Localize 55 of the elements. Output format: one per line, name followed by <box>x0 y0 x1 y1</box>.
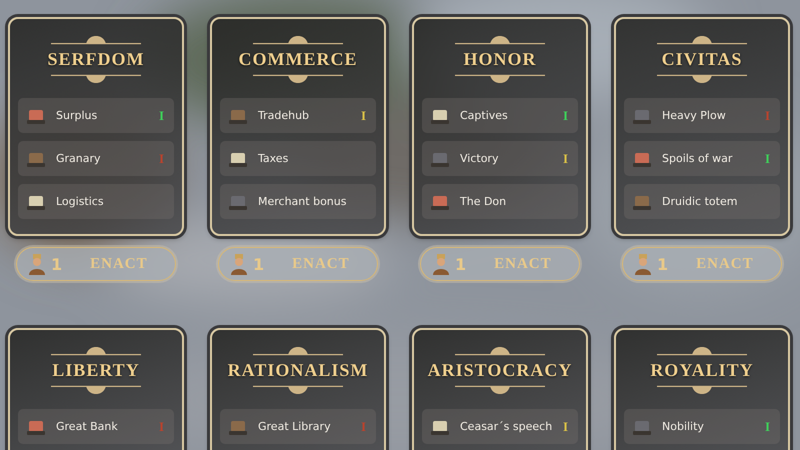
tier-mark: I <box>562 418 568 434</box>
policy-item[interactable]: The Don <box>422 184 578 219</box>
item-label: Taxes <box>258 152 290 165</box>
item-label: Great Bank <box>56 420 119 433</box>
tier-mark: I <box>158 418 164 434</box>
bust-icon <box>633 253 653 275</box>
policy-item[interactable]: Captives I <box>422 98 578 133</box>
bust-icon <box>27 253 47 275</box>
policy-item[interactable]: Heavy Plow I <box>624 98 780 133</box>
policy-item[interactable]: Great Library I <box>220 409 376 444</box>
card-title: RATIONALISM <box>228 360 368 381</box>
item-label: Spoils of war <box>662 152 734 165</box>
tier-mark: I <box>562 150 568 166</box>
item-label: Logistics <box>56 195 105 208</box>
item-label: Surplus <box>56 109 98 122</box>
item-label: Merchant bonus <box>258 195 348 208</box>
card-title: HONOR <box>463 49 536 70</box>
item-label: Great Library <box>258 420 332 433</box>
tier-mark: I <box>764 108 770 124</box>
item-label: Granary <box>56 152 102 165</box>
policy-item[interactable]: Victory I <box>422 141 578 176</box>
tier-mark: I <box>562 108 568 124</box>
item-label: Nobility <box>662 420 705 433</box>
policy-item[interactable]: Ceasar´s speech I <box>422 409 578 444</box>
card-title: ARISTOCRACY <box>428 360 572 381</box>
item-label: Heavy Plow <box>662 109 727 122</box>
policy-item[interactable]: Great Bank I <box>18 409 174 444</box>
item-label: The Don <box>460 195 508 208</box>
policy-item[interactable]: Granary I <box>18 141 174 176</box>
bust-icon <box>229 253 249 275</box>
tier-mark: I <box>764 150 770 166</box>
tier-mark: I <box>158 150 164 166</box>
tier-mark: I <box>360 418 366 434</box>
item-label: Druidic totem <box>662 195 738 208</box>
policy-item[interactable]: Logistics <box>18 184 174 219</box>
card-title: ROYALITY <box>650 360 754 381</box>
item-label: Victory <box>460 152 500 165</box>
card-title: SERFDOM <box>48 49 144 70</box>
card-title: COMMERCE <box>238 49 358 70</box>
policy-item[interactable]: Taxes <box>220 141 376 176</box>
policy-item[interactable]: Druidic totem <box>624 184 780 219</box>
card-title: LIBERTY <box>52 360 140 381</box>
bust-icon <box>431 253 451 275</box>
policy-item[interactable]: Nobility I <box>624 409 780 444</box>
tier-mark: I <box>360 108 366 124</box>
item-label: Tradehub <box>258 109 310 122</box>
card-title: CIVITAS <box>662 49 742 70</box>
tier-mark: I <box>158 108 164 124</box>
tier-mark: I <box>764 418 770 434</box>
item-label: Ceasar´s speech <box>460 420 553 433</box>
policy-item[interactable]: Spoils of war I <box>624 141 780 176</box>
policy-item[interactable]: Merchant bonus <box>220 184 376 219</box>
policy-item[interactable]: Tradehub I <box>220 98 376 133</box>
policy-item[interactable]: Surplus I <box>18 98 174 133</box>
item-label: Captives <box>460 109 509 122</box>
